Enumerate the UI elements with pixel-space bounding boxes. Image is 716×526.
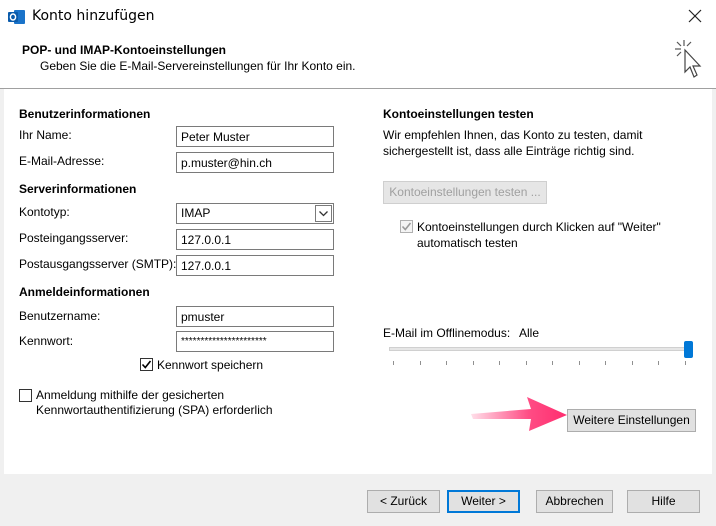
back-button[interactable]: < Zurück: [367, 490, 440, 513]
account-type-label: Kontotyp:: [19, 205, 70, 219]
page-title: POP- und IMAP-Kontoeinstellungen: [22, 43, 226, 57]
slider-tick: [525, 361, 527, 365]
username-label: Benutzername:: [19, 309, 101, 323]
username-input[interactable]: [176, 306, 334, 327]
spa-label-line2[interactable]: Kennwortauthentifizierung (SPA) erforder…: [36, 403, 273, 417]
auto-test-label-line2[interactable]: automatisch testen: [417, 236, 518, 250]
offline-mode-label: E-Mail im Offlinemodus:: [383, 326, 511, 340]
annotation-arrow-icon: [471, 397, 567, 431]
outgoing-server-input[interactable]: [176, 255, 334, 276]
test-description-line1: Wir empfehlen Ihnen, das Konto zu testen…: [383, 128, 643, 142]
offline-mode-value: Alle: [519, 326, 540, 340]
incoming-server-label: Posteingangsserver:: [19, 231, 129, 245]
slider-tick: [472, 361, 474, 365]
section-test-settings: Kontoeinstellungen testen: [383, 107, 534, 121]
cursor-click-icon: [675, 40, 702, 78]
help-button[interactable]: Hilfe: [627, 490, 700, 513]
more-settings-button[interactable]: Weitere Einstellungen: [567, 409, 696, 432]
test-settings-button[interactable]: Kontoeinstellungen testen ...: [383, 181, 547, 204]
slider-tick: [578, 361, 580, 365]
password-label: Kennwort:: [19, 334, 74, 348]
settings-panel: Benutzerinformationen Ihr Name: E-Mail-A…: [4, 89, 712, 474]
offline-slider-thumb[interactable]: [684, 341, 693, 358]
name-input[interactable]: [176, 126, 334, 147]
checkmark-icon: [141, 360, 152, 369]
close-icon[interactable]: [686, 7, 704, 25]
test-description-line2: sichergestellt ist, dass alle Einträge r…: [383, 144, 635, 158]
slider-tick: [631, 361, 633, 365]
slider-tick: [685, 361, 686, 365]
outgoing-server-label: Postausgangsserver (SMTP):: [19, 257, 177, 271]
slider-tick: [499, 361, 501, 365]
save-password-checkbox[interactable]: [140, 358, 153, 371]
page-subtitle: Geben Sie die E-Mail-Servereinstellungen…: [40, 59, 356, 73]
account-type-select[interactable]: IMAP: [176, 203, 334, 224]
slider-tick: [605, 361, 607, 365]
auto-test-label-line1[interactable]: Kontoeinstellungen durch Klicken auf "We…: [417, 220, 661, 234]
account-type-value: IMAP: [181, 206, 211, 220]
password-input[interactable]: [176, 331, 334, 352]
section-user-info: Benutzerinformationen: [19, 107, 151, 121]
offline-slider-track[interactable]: [389, 347, 689, 351]
wizard-header: POP- und IMAP-Kontoeinstellungen Geben S…: [0, 34, 716, 88]
section-login-info: Anmeldeinformationen: [19, 285, 150, 299]
slider-tick: [658, 361, 660, 365]
footer-bar: < Zurück Weiter > Abbrechen Hilfe: [0, 474, 716, 526]
checkmark-icon: [401, 222, 412, 231]
chevron-down-icon[interactable]: [315, 205, 332, 222]
name-label: Ihr Name:: [19, 128, 72, 142]
window-title: Konto hinzufügen: [32, 8, 155, 24]
title-bar: Konto hinzufügen: [0, 0, 716, 34]
slider-tick: [419, 361, 421, 365]
next-button[interactable]: Weiter >: [447, 490, 520, 513]
incoming-server-input[interactable]: [176, 229, 334, 250]
section-server-info: Serverinformationen: [19, 182, 137, 196]
outlook-icon: [8, 10, 25, 24]
email-label: E-Mail-Adresse:: [19, 154, 105, 168]
spa-checkbox[interactable]: [19, 389, 32, 402]
slider-tick: [552, 361, 554, 365]
auto-test-checkbox[interactable]: [400, 220, 413, 233]
save-password-label[interactable]: Kennwort speichern: [157, 358, 263, 372]
spa-label-line1[interactable]: Anmeldung mithilfe der gesicherten: [36, 388, 224, 402]
cancel-button[interactable]: Abbrechen: [536, 490, 613, 513]
email-input[interactable]: [176, 152, 334, 173]
slider-tick: [393, 361, 394, 365]
slider-tick: [446, 361, 448, 365]
